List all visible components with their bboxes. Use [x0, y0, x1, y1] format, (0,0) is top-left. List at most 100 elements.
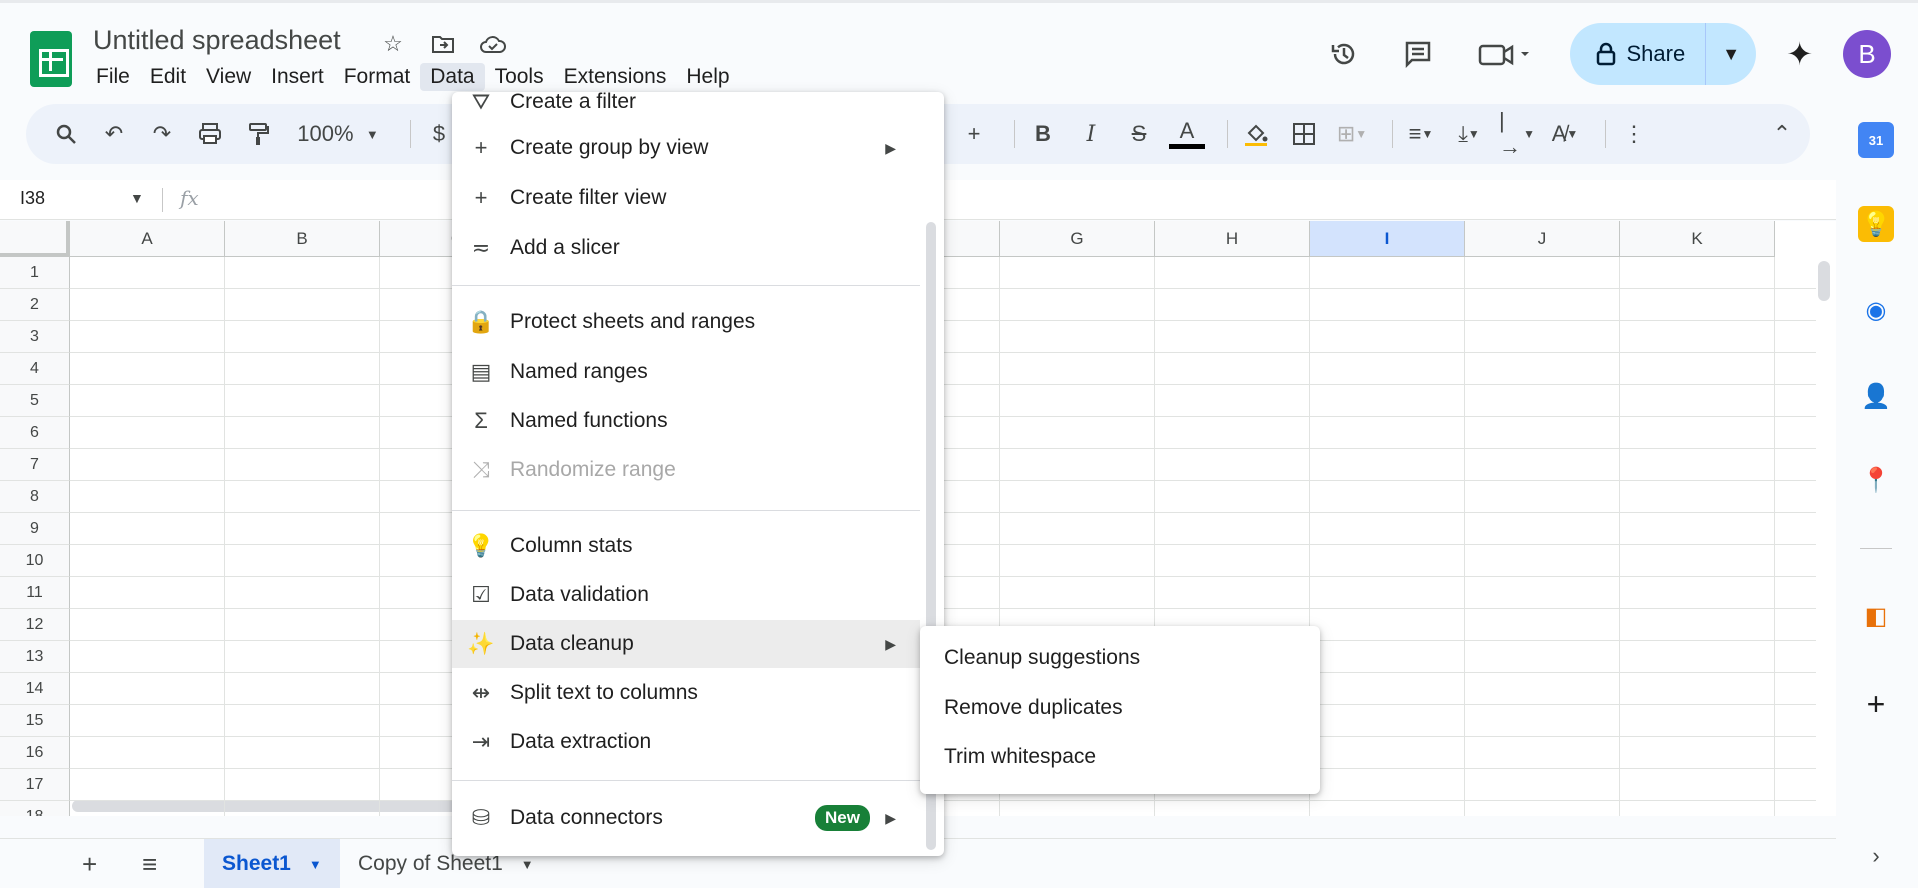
zoom-select[interactable]: 100% ▼ — [288, 116, 388, 152]
row-header-18[interactable]: 18 — [0, 801, 70, 816]
menu-tools[interactable]: Tools — [485, 63, 554, 91]
row-header-7[interactable]: 7 — [0, 449, 70, 481]
menu-edit[interactable]: Edit — [140, 63, 196, 91]
text-wrap-icon[interactable]: |→ ▼ — [1499, 108, 1535, 159]
vertical-align-icon[interactable]: ⤓ ▼ — [1451, 116, 1487, 152]
vertical-scrollbar[interactable] — [1818, 261, 1830, 301]
share-main[interactable]: Share — [1570, 23, 1707, 85]
text-color-icon[interactable]: A — [1169, 116, 1205, 152]
menu-item-data-cleanup[interactable]: ✨ Data cleanup ▶ — [452, 620, 920, 668]
keep-icon[interactable]: 💡 — [1858, 206, 1894, 242]
menu-help[interactable]: Help — [676, 63, 739, 91]
column-header-j[interactable]: J — [1465, 221, 1620, 257]
remove-duplicates-item[interactable]: Remove duplicates — [944, 696, 1123, 720]
sheets-logo-icon[interactable] — [30, 31, 72, 87]
row-header-14[interactable]: 14 — [0, 673, 70, 705]
document-title[interactable]: Untitled spreadsheet — [93, 25, 341, 56]
fill-color-icon[interactable] — [1238, 116, 1274, 152]
row-header-11[interactable]: 11 — [0, 577, 70, 609]
contacts-icon[interactable]: 👤 — [1858, 378, 1894, 414]
menu-item-data-connectors[interactable]: ⛁ Data connectors New ▶ — [452, 794, 920, 842]
column-header-b[interactable]: B — [225, 221, 380, 257]
cloud-saved-icon[interactable] — [478, 29, 508, 59]
comments-icon[interactable] — [1396, 32, 1440, 76]
row-header-9[interactable]: 9 — [0, 513, 70, 545]
row-header-12[interactable]: 12 — [0, 609, 70, 641]
star-icon[interactable]: ☆ — [378, 29, 408, 59]
select-all-corner[interactable] — [0, 221, 70, 257]
name-box-dropdown-icon[interactable]: ▼ — [130, 190, 144, 206]
paint-format-icon[interactable] — [240, 116, 276, 152]
row-header-4[interactable]: 4 — [0, 353, 70, 385]
calendar-icon[interactable]: 31 — [1858, 122, 1894, 158]
office-addon-icon[interactable]: ◧ — [1858, 598, 1894, 634]
meet-icon[interactable] — [1470, 32, 1540, 76]
menu-extensions[interactable]: Extensions — [554, 63, 677, 91]
menu-item-create-filter-view[interactable]: + Create filter view — [452, 174, 920, 222]
chevron-down-icon[interactable]: ▼ — [309, 857, 322, 872]
maps-icon[interactable]: 📍 — [1858, 462, 1894, 498]
menu-insert[interactable]: Insert — [261, 63, 334, 91]
search-icon[interactable] — [48, 116, 84, 152]
expand-panel-icon[interactable]: › — [1858, 838, 1894, 874]
avatar[interactable]: B — [1843, 30, 1891, 78]
chevron-down-icon[interactable]: ▼ — [521, 857, 534, 872]
merge-cells-icon[interactable]: ⊞ ▼ — [1334, 116, 1370, 152]
row-header-2[interactable]: 2 — [0, 289, 70, 321]
menu-item-named-functions[interactable]: Σ Named functions — [452, 397, 920, 445]
column-header-h[interactable]: H — [1155, 221, 1310, 257]
italic-icon[interactable]: I — [1073, 116, 1109, 152]
menu-item-create-group-by-view[interactable]: + Create group by view ▶ — [452, 124, 920, 172]
menu-item-add-a-slicer[interactable]: ≂ Add a slicer — [452, 224, 920, 272]
print-icon[interactable] — [192, 116, 228, 152]
menu-item-named-ranges[interactable]: ▤ Named ranges — [452, 348, 920, 396]
menu-data[interactable]: Data — [420, 63, 485, 91]
gemini-icon[interactable]: ✦ — [1786, 35, 1813, 73]
share-button[interactable]: Share ▼ — [1570, 23, 1757, 85]
column-header-k[interactable]: K — [1620, 221, 1775, 257]
menu-item-protect-sheets-and-ranges[interactable]: 🔒 Protect sheets and ranges — [452, 298, 920, 346]
trim-whitespace-item[interactable]: Trim whitespace — [944, 745, 1096, 769]
more-options-icon[interactable]: ⋮ — [1616, 116, 1652, 152]
row-header-6[interactable]: 6 — [0, 417, 70, 449]
undo-icon[interactable]: ↶ — [96, 116, 132, 152]
get-addons-icon[interactable]: + — [1858, 686, 1894, 722]
row-header-16[interactable]: 16 — [0, 737, 70, 769]
share-dropdown-icon[interactable]: ▼ — [1706, 44, 1756, 65]
all-sheets-icon[interactable]: ≡ — [142, 849, 157, 880]
row-header-1[interactable]: 1 — [0, 257, 70, 289]
tasks-icon[interactable]: ◉ — [1858, 292, 1894, 328]
align-left-icon[interactable]: ≡ ▼ — [1403, 116, 1439, 152]
version-history-icon[interactable] — [1322, 32, 1366, 76]
column-header-a[interactable]: A — [70, 221, 225, 257]
menu-item-column-stats[interactable]: 💡 Column stats — [452, 522, 920, 570]
bold-icon[interactable]: B — [1025, 116, 1061, 152]
strikethrough-icon[interactable]: S — [1121, 116, 1157, 152]
plus-icon[interactable]: + — [956, 116, 992, 152]
menu-item-create-a-filter[interactable]: ⛛ Create a filter — [452, 92, 920, 126]
name-box[interactable]: I38 — [20, 188, 45, 209]
menu-item-data-extraction[interactable]: ⇥ Data extraction — [452, 718, 920, 766]
menu-item-split-text-to-columns[interactable]: ⇹ Split text to columns — [452, 669, 920, 717]
move-folder-icon[interactable] — [428, 29, 458, 59]
cleanup-suggestions-item[interactable]: Cleanup suggestions — [944, 646, 1140, 670]
sheet-tab-sheet1[interactable]: Sheet1 ▼ — [204, 839, 340, 888]
row-header-3[interactable]: 3 — [0, 321, 70, 353]
collapse-toolbar-icon[interactable]: ⌃ — [1764, 116, 1800, 152]
row-header-15[interactable]: 15 — [0, 705, 70, 737]
menu-format[interactable]: Format — [334, 63, 421, 91]
row-header-17[interactable]: 17 — [0, 769, 70, 801]
row-header-10[interactable]: 10 — [0, 545, 70, 577]
menu-view[interactable]: View — [196, 63, 261, 91]
row-header-8[interactable]: 8 — [0, 481, 70, 513]
menu-item-data-validation[interactable]: ☑ Data validation — [452, 571, 920, 619]
row-header-5[interactable]: 5 — [0, 385, 70, 417]
redo-icon[interactable]: ↷ — [144, 116, 180, 152]
column-header-i[interactable]: I — [1310, 221, 1465, 257]
menu-file[interactable]: File — [86, 63, 140, 91]
row-header-13[interactable]: 13 — [0, 641, 70, 673]
text-rotation-icon[interactable]: A̸ ▼ — [1547, 116, 1583, 152]
borders-icon[interactable] — [1286, 116, 1322, 152]
column-header-g[interactable]: G — [1000, 221, 1155, 257]
add-sheet-icon[interactable]: + — [82, 849, 97, 880]
